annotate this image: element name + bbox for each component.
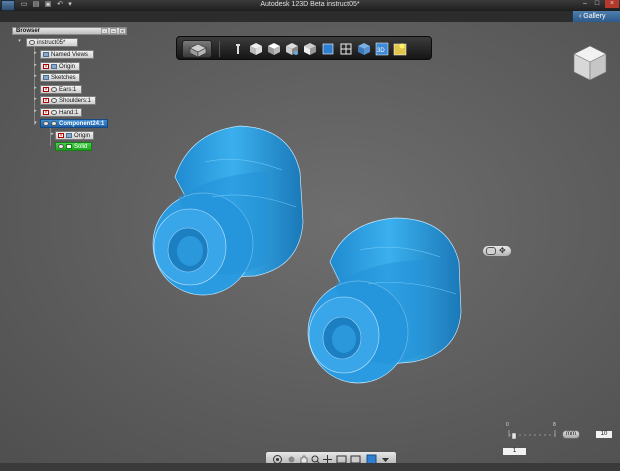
tree-node-label: Shoulders:1 (59, 98, 92, 104)
expand-icon[interactable]: ▸ (33, 97, 38, 102)
tree-node-document[interactable]: instruct05* (26, 38, 78, 47)
gallery-button[interactable]: ‹ Gallery (572, 11, 620, 22)
expand-icon[interactable]: ▸ (33, 109, 38, 114)
right-view-icon[interactable] (303, 42, 317, 56)
scale-tick-min: 0 (506, 422, 509, 428)
cube-icon (189, 43, 207, 58)
iso-view-icon[interactable] (285, 42, 299, 56)
tree-node-label: instruct05* (37, 40, 66, 46)
tree-node-label: Named Views (51, 52, 88, 58)
tree-node-hand[interactable]: × Hand:1 (40, 108, 82, 117)
spacer-part-1[interactable] (152, 125, 304, 296)
toolbar-separator (219, 41, 220, 57)
hidden-icon[interactable]: × (43, 110, 49, 116)
shaded-icon[interactable] (321, 42, 335, 56)
snap-icon[interactable] (393, 42, 407, 56)
model-canvas[interactable] (0, 22, 620, 463)
folder-icon (66, 133, 72, 138)
visible-icon[interactable] (58, 144, 64, 149)
expand-icon[interactable]: ▸ (33, 74, 38, 79)
expand-icon[interactable]: ▸ (33, 86, 38, 91)
collapse-icon[interactable]: ▾ (17, 39, 22, 44)
tree-node-component-origin[interactable]: × Origin (55, 131, 94, 140)
svg-text:3D: 3D (377, 48, 385, 54)
tree-node-label: Origin (74, 133, 91, 139)
unit-button[interactable]: mm (562, 430, 580, 439)
top-view-icon[interactable] (267, 42, 281, 56)
scale-tick-max: 8 (553, 422, 556, 428)
close-icon[interactable]: × (605, 0, 619, 8)
status-bar (0, 463, 620, 471)
component-icon (51, 98, 57, 103)
tree-node-sketches[interactable]: Sketches (40, 73, 80, 82)
browser-header[interactable]: Browser · – × (12, 27, 127, 35)
navigation-pill[interactable]: ✥ (482, 245, 512, 257)
expand-icon[interactable]: ▸ (33, 63, 38, 68)
tree-node-named-views[interactable]: Named Views (40, 50, 94, 59)
browser-title: Browser (16, 28, 41, 34)
browser-pin-icon[interactable]: · (101, 28, 108, 35)
wireframe-icon[interactable] (339, 42, 353, 56)
minimize-icon[interactable]: – (580, 0, 590, 8)
tree-node-shoulders[interactable]: × Shoulders:1 (40, 96, 96, 105)
spacer-part-2[interactable] (307, 217, 462, 384)
folder-icon (43, 52, 49, 57)
browser-close-icon[interactable]: × (119, 28, 126, 35)
tree-node-label: Origin (59, 64, 76, 70)
tree-node-solid[interactable]: Solid (55, 142, 92, 151)
hidden-icon[interactable]: × (43, 87, 49, 93)
component-icon (51, 121, 57, 126)
hidden-icon[interactable]: × (43, 64, 49, 70)
component-icon (51, 87, 57, 92)
pan-icon[interactable]: ✥ (499, 246, 506, 256)
tree-node-label: Solid (74, 144, 88, 150)
window-title: Autodesk 123D Beta instruct05* (260, 1, 360, 8)
browser-panel: Browser · – × (12, 27, 127, 35)
look-at-icon[interactable] (231, 42, 245, 56)
visual-style-icon[interactable] (357, 42, 371, 56)
solid-icon (66, 144, 72, 149)
folder-icon (51, 64, 57, 69)
component-icon (51, 110, 57, 115)
document-icon[interactable] (29, 40, 35, 45)
tree-node-label: Component24:1 (59, 121, 105, 127)
hidden-icon[interactable]: × (58, 133, 64, 139)
collapse-icon[interactable]: ▾ (33, 121, 38, 126)
tree-node-label: Hand:1 (59, 110, 79, 116)
3d-viewport[interactable] (0, 22, 620, 463)
tree-node-origin[interactable]: × Origin (40, 62, 80, 71)
view-toolbar: 3D (176, 36, 432, 60)
gallery-label: Gallery (583, 13, 606, 20)
home-view-button[interactable] (182, 40, 212, 58)
orbit-icon[interactable] (486, 247, 496, 255)
browser-minimize-icon[interactable]: – (110, 28, 117, 35)
grid-step-field[interactable]: 1 (502, 447, 527, 456)
tree-node-label: Sketches (51, 75, 76, 81)
grid-size-field[interactable]: 10 (595, 430, 613, 439)
maximize-icon[interactable]: □ (592, 0, 602, 8)
front-view-icon[interactable] (249, 42, 263, 56)
tree-node-ears[interactable]: × Ears:1 (40, 85, 82, 94)
tree-node-label: Ears:1 (59, 87, 77, 93)
hidden-icon[interactable]: × (43, 98, 49, 104)
viewcube[interactable] (573, 45, 607, 81)
ribbon-bar (0, 11, 620, 22)
scale-ruler (507, 423, 557, 443)
visible-icon[interactable] (43, 121, 49, 126)
expand-icon[interactable]: ▸ (33, 51, 38, 56)
grid-icon[interactable]: 3D (375, 42, 389, 56)
tree-node-component24[interactable]: Component24:1 (40, 119, 108, 128)
title-bar: ▭ ▤ ▣ ↶ ▾ Autodesk 123D Beta instruct05*… (0, 0, 620, 11)
folder-icon (43, 75, 49, 80)
